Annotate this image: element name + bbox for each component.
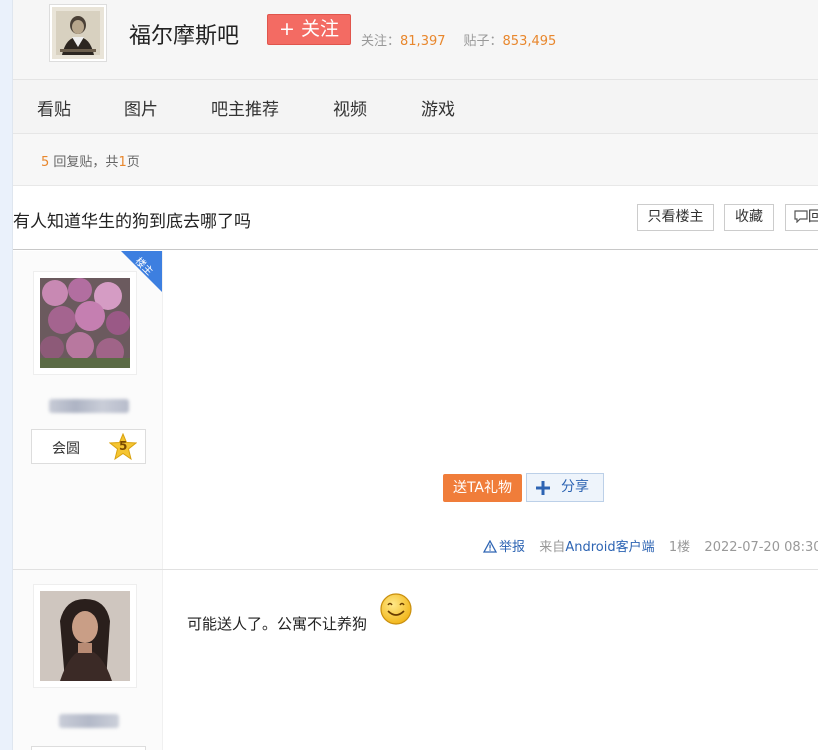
avatar[interactable] — [33, 584, 137, 688]
user-level-badge[interactable] — [31, 746, 146, 750]
nav-item-recommended[interactable]: 吧主推荐 — [211, 95, 279, 120]
share-button[interactable]: 分享 — [526, 473, 604, 502]
reply-info-bar: 5 回复贴，共1页 — [13, 134, 818, 186]
nav-item-images[interactable]: 图片 — [124, 95, 158, 120]
nav-item-posts[interactable]: 看贴 — [37, 95, 71, 120]
share-plus-icon — [536, 481, 550, 495]
follow-count: 81,397 — [400, 34, 446, 49]
smiley-emoji-icon — [380, 593, 412, 625]
post-author-panel: 楼主 会圆 5 — [13, 251, 163, 569]
post-content: 可能送人了。公寓不让养狗 — [187, 615, 368, 633]
forum-name[interactable]: 福尔摩斯吧 — [129, 18, 239, 50]
nav-item-videos[interactable]: 视频 — [333, 95, 367, 120]
post-time: 2022-07-20 08:30 — [704, 540, 818, 555]
level-number: 5 — [119, 439, 128, 453]
forum-stats: 关注：81,397 贴子：853,495 — [361, 30, 556, 49]
user-level-badge[interactable]: 会圆 5 — [31, 429, 146, 464]
floor-number: 1楼 — [668, 540, 691, 555]
send-gift-button[interactable]: 送TA礼物 — [443, 474, 522, 502]
forum-header: 福尔摩斯吧 + 关注 关注：81,397 贴子：853,495 — [13, 0, 818, 80]
page-count: 1 — [118, 155, 127, 170]
page-suffix: 页 — [126, 155, 140, 170]
thread-title-bar: 有人知道华生的狗到底去哪了吗 只看楼主 收藏 回 — [13, 186, 818, 250]
nav-item-games[interactable]: 游戏 — [421, 95, 455, 120]
report-label: 举报 — [499, 540, 526, 555]
follow-button[interactable]: + 关注 — [267, 14, 351, 45]
post-floor-1: 楼主 会圆 5 送TA礼物 分享 举报 来自Android客户端 1楼 2022… — [13, 251, 818, 570]
left-edge-strip — [0, 0, 13, 750]
favorite-button[interactable]: 收藏 — [724, 204, 774, 231]
reply-count: 5 — [41, 155, 50, 170]
post-floor-2: 可能送人了。公寓不让养狗 — [13, 570, 818, 750]
post-footer: 举报 来自Android客户端 1楼 2022-07-20 08:30 — [483, 536, 818, 555]
warning-icon — [483, 540, 497, 553]
reply-button[interactable]: 回 — [785, 204, 818, 231]
thread-owner-badge: 楼主 — [121, 251, 162, 293]
source-client-link[interactable]: Android客户端 — [565, 540, 654, 555]
username-blurred[interactable] — [59, 714, 119, 728]
post-count: 853,495 — [502, 34, 557, 49]
level-name: 会圆 — [52, 441, 80, 457]
comment-icon — [794, 210, 808, 224]
forum-logo[interactable] — [49, 4, 107, 62]
post-count-label: 贴子： — [463, 34, 503, 49]
reply-text: 回复贴，共 — [53, 155, 119, 170]
thread-title: 有人知道华生的狗到底去哪了吗 — [13, 212, 251, 232]
report-link[interactable]: 举报 — [483, 540, 525, 555]
forum-nav: 看贴 图片 吧主推荐 视频 游戏 — [13, 80, 818, 134]
only-author-button[interactable]: 只看楼主 — [637, 204, 714, 231]
source-prefix: 来自 — [539, 540, 566, 555]
username-blurred[interactable] — [49, 399, 129, 413]
follow-count-label: 关注： — [361, 34, 401, 49]
reply-info: 5 回复贴，共1页 — [41, 151, 140, 170]
post-author-panel — [13, 570, 163, 750]
reply-button-label: 回 — [808, 209, 818, 225]
share-label: 分享 — [561, 479, 589, 495]
